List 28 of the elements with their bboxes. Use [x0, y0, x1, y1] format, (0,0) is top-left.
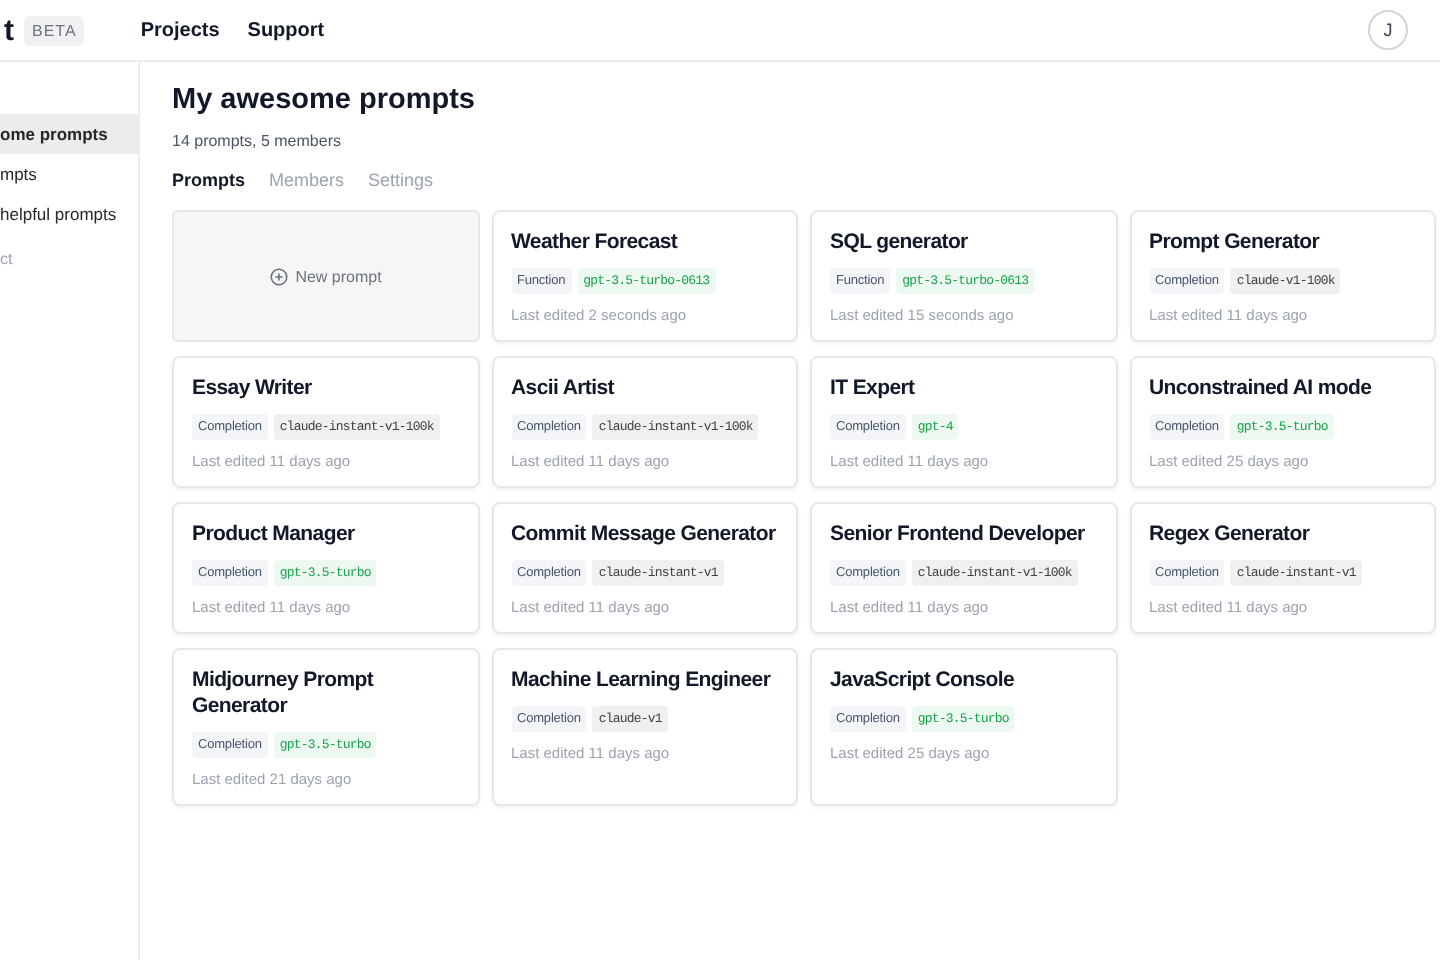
- prompt-title: JavaScript Console: [830, 668, 1017, 694]
- user-avatar[interactable]: J: [1368, 10, 1408, 50]
- nav-link[interactable]: Projects: [140, 19, 220, 41]
- prompt-title: Regex Generator: [1149, 522, 1312, 548]
- prompt-title: Weather Forecast: [511, 230, 680, 256]
- beta-badge: BETA: [24, 15, 85, 45]
- prompt-title: Unconstrained AI mode: [1149, 376, 1374, 402]
- project-title: My awesome prompts: [172, 84, 477, 116]
- prompt-title: Prompt Generator: [1149, 230, 1322, 256]
- prompt-title: Essay Writer: [192, 376, 314, 402]
- prompt-title: Senior Frontend Developer: [830, 522, 1087, 548]
- project-subtitle: 14 prompts, 5 members: [172, 132, 341, 150]
- logo-text: t: [4, 13, 14, 47]
- prompt-title: Machine Learning Engineer: [511, 668, 773, 694]
- sidebar-item[interactable]: mpts: [0, 154, 138, 194]
- prompt-title: Commit Message Generator: [511, 522, 778, 548]
- prompt-title: Ascii Artist: [511, 376, 617, 402]
- prompt-title: SQL generator: [830, 230, 970, 256]
- plus-circle-icon: [269, 267, 288, 285]
- prompt-title: IT Expert: [830, 376, 917, 402]
- nav-link[interactable]: Support: [247, 19, 325, 41]
- sidebar-item[interactable]: helpful prompts: [0, 194, 138, 234]
- prompt-title: Midjourney Prompt Generator: [192, 668, 376, 720]
- new-prompt-button[interactable]: New prompt: [172, 210, 479, 342]
- sidebar-item[interactable]: ome prompts: [0, 114, 138, 154]
- prompt-title: Product Manager: [192, 522, 357, 548]
- sidebar-text: ct: [0, 250, 13, 268]
- tab[interactable]: Prompts: [172, 170, 246, 190]
